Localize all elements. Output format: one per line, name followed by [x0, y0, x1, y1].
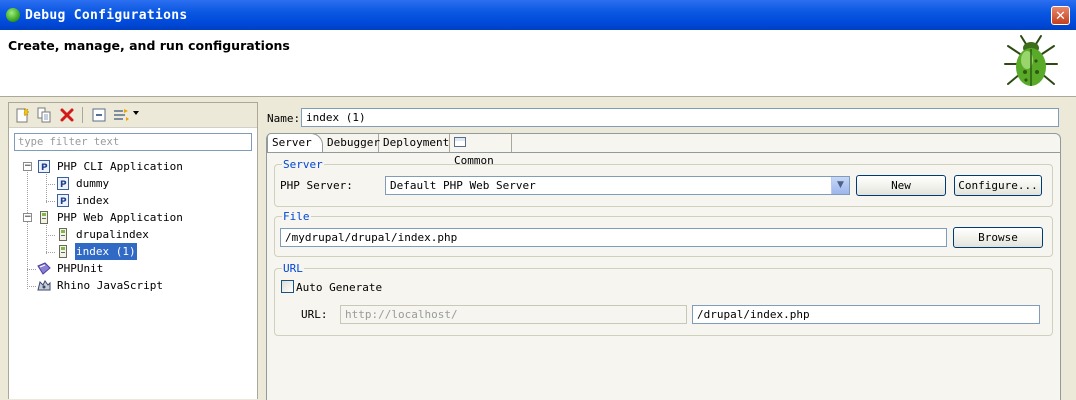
php-cli-icon: P [38, 160, 50, 173]
tab-common[interactable]: Common [450, 134, 512, 167]
svg-text:P: P [60, 197, 67, 207]
configuration-editor: Name: index (1) Server Debugger Deployme… [263, 102, 1076, 400]
new-configuration-icon[interactable] [14, 107, 30, 123]
tree-item-rhino-javascript[interactable]: Rhino JavaScript [9, 277, 257, 294]
server-group: Server PHP Server: Default PHP Web Serve… [274, 159, 1053, 207]
base-url-input[interactable]: http://localhost/ [340, 305, 687, 324]
bug-icon [1004, 35, 1058, 86]
auto-generate-label: Auto Generate [296, 281, 383, 294]
svg-text:P: P [60, 180, 67, 190]
tree-item-phpunit[interactable]: PHPUnit [9, 260, 257, 277]
tree-item-drupalindex[interactable]: drupalindex [9, 226, 257, 243]
tree-item-label: index [76, 194, 110, 207]
url-label: URL: [301, 308, 328, 321]
tree-item-dummy[interactable]: P dummy [9, 175, 257, 192]
auto-generate-checkbox[interactable] [281, 280, 294, 293]
app-icon [6, 8, 20, 22]
tree-item-php-cli-application[interactable]: − P PHP CLI Application [9, 158, 257, 175]
tree-item-label: PHPUnit [57, 262, 104, 275]
server-group-title: Server [282, 158, 324, 171]
tree-item-label: PHP Web Application [57, 211, 183, 224]
file-path-input[interactable]: /mydrupal/drupal/index.php [280, 228, 947, 247]
browse-file-button[interactable]: Browse [953, 227, 1043, 248]
tab-deployment[interactable]: Deployment [379, 134, 450, 152]
php-script-icon: P [57, 177, 69, 190]
delete-icon[interactable] [59, 107, 75, 123]
phpunit-icon [37, 262, 51, 275]
svg-text:P: P [41, 163, 48, 173]
chevron-down-icon[interactable]: ▼ [831, 177, 849, 194]
tree-toolbar [9, 103, 257, 128]
file-group: File /mydrupal/drupal/index.php Browse [274, 211, 1053, 257]
tree-expander[interactable]: − [23, 213, 32, 222]
tab-debugger[interactable]: Debugger [323, 134, 380, 152]
filter-input[interactable]: type filter text [14, 133, 252, 151]
php-server-selected: Default PHP Web Server [390, 179, 536, 192]
tree-item-label: dummy [76, 177, 110, 190]
url-group: URL Auto Generate URL: http://localhost/… [274, 263, 1053, 336]
title-bar: Debug Configurations ✕ [0, 0, 1076, 30]
php-web-icon [40, 211, 48, 224]
tab-folder: Server Debugger Deployment Common Server… [266, 133, 1061, 400]
common-tab-icon [454, 137, 466, 147]
rhino-icon [37, 280, 51, 291]
php-web-page-icon [59, 245, 67, 258]
dialog-header: Create, manage, and run configurations [0, 30, 1076, 97]
php-server-label: PHP Server: [280, 179, 353, 192]
url-path-input[interactable]: /drupal/index.php [692, 305, 1040, 324]
duplicate-icon[interactable] [36, 107, 52, 123]
tree-item-label-selected: index (1) [74, 242, 138, 261]
tree-item-label: Rhino JavaScript [57, 279, 163, 292]
close-button[interactable]: ✕ [1051, 6, 1070, 25]
php-script-icon: P [57, 194, 69, 207]
name-label: Name: [267, 112, 301, 125]
tree-item-index-1[interactable]: index (1) [9, 242, 257, 261]
tree-item-label: PHP CLI Application [57, 160, 183, 173]
file-group-title: File [282, 210, 311, 223]
tree-expander[interactable]: − [23, 162, 32, 171]
tab-server[interactable]: Server [267, 133, 323, 153]
new-server-button[interactable]: New [856, 175, 946, 196]
tree-item-php-web-application[interactable]: − PHP Web Application [9, 209, 257, 226]
tree-item-label: drupalindex [76, 228, 149, 241]
url-group-title: URL [282, 262, 304, 275]
php-server-select[interactable]: Default PHP Web Server ▼ [385, 176, 850, 195]
window-title: Debug Configurations [25, 8, 188, 23]
header-title: Create, manage, and run configurations [8, 38, 290, 53]
name-input[interactable]: index (1) [301, 108, 1059, 127]
tab-divider [267, 152, 1060, 153]
php-web-page-icon [59, 228, 67, 241]
configure-server-button[interactable]: Configure... [954, 175, 1042, 196]
filter-icon[interactable] [113, 107, 129, 123]
filter-dropdown-arrow[interactable] [133, 111, 139, 115]
configuration-tree-panel: type filter text − P PHP CLI Application… [8, 102, 258, 399]
collapse-all-icon[interactable] [91, 107, 107, 123]
tree-item-index[interactable]: P index [9, 192, 257, 209]
